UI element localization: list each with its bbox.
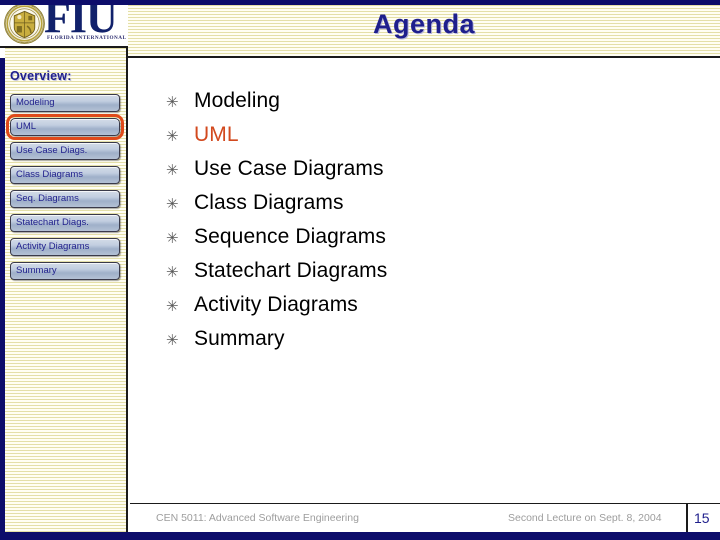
list-item-label: Use Case Diagrams — [194, 157, 384, 180]
sidebar-nav-list: Modeling UML Use Case Diags. Class Diagrams… — [6, 94, 124, 286]
page-number: 15 — [694, 510, 710, 526]
sidebar-item-statechart-diags[interactable]: Statechart Diags. — [10, 214, 120, 232]
list-item: ✳ UML — [166, 118, 686, 152]
list-item: ✳ Statechart Diagrams — [166, 254, 686, 288]
list-item: ✳ Activity Diagrams — [166, 288, 686, 322]
sidebar-item-use-case-diags[interactable]: Use Case Diags. — [10, 142, 120, 160]
footer-divider-rule — [130, 503, 720, 504]
bottom-accent-band — [0, 532, 720, 540]
asterisk-bullet-icon: ✳ — [166, 230, 179, 247]
sidebar-item-label: UML — [16, 121, 37, 132]
header-divider-rule — [128, 56, 720, 58]
footer-course-label: CEN 5011: Advanced Software Engineering — [156, 512, 359, 524]
sidebar-item-label: Activity Diagrams — [16, 241, 90, 252]
sidebar-item-label: Class Diagrams — [16, 169, 84, 180]
top-accent-band — [0, 0, 720, 5]
list-item: ✳ Class Diagrams — [166, 186, 686, 220]
asterisk-bullet-icon: ✳ — [166, 94, 179, 111]
university-logo: FIU FLORIDA INTERNATIONAL UNIVERSITY — [0, 0, 128, 47]
sidebar-item-uml[interactable]: UML — [6, 114, 124, 140]
sidebar-item-label: Statechart Diags. — [16, 217, 89, 228]
asterisk-bullet-icon: ✳ — [166, 128, 179, 145]
list-item-label: Sequence Diagrams — [194, 225, 386, 248]
list-item-label: Class Diagrams — [194, 191, 344, 214]
sidebar-item-label: Use Case Diags. — [16, 145, 88, 156]
sidebar-item-modeling[interactable]: Modeling — [10, 94, 120, 112]
slide-canvas: Agenda FIU FLORIDA INTERNATIONAL UNIVERS… — [0, 0, 720, 540]
page-title: Agenda — [372, 9, 475, 39]
university-seal-icon — [4, 3, 45, 44]
logo-wordmark: FIU — [44, 0, 118, 42]
footer-lecture-label: Second Lecture on Sept. 8, 2004 — [508, 512, 662, 524]
logo-subtitle: FLORIDA INTERNATIONAL UNIVERSITY — [47, 35, 128, 41]
left-accent-strip — [0, 58, 5, 532]
asterisk-bullet-icon: ✳ — [166, 162, 179, 179]
list-item: ✳ Summary — [166, 322, 686, 356]
footer-separator-rule — [686, 503, 688, 532]
sidebar-item-label: Seq. Diagrams — [16, 193, 79, 204]
list-item: ✳ Use Case Diagrams — [166, 152, 686, 186]
list-item-label: Summary — [194, 327, 285, 350]
list-item: ✳ Modeling — [166, 84, 686, 118]
sidebar-divider-rule — [126, 48, 128, 532]
sidebar-item-summary[interactable]: Summary — [10, 262, 120, 280]
sidebar-item-label: Summary — [16, 265, 57, 276]
asterisk-bullet-icon: ✳ — [166, 196, 179, 213]
asterisk-bullet-icon: ✳ — [166, 264, 179, 281]
sidebar-item-activity-diagrams[interactable]: Activity Diagrams — [10, 238, 120, 256]
sidebar-heading: Overview: — [10, 69, 72, 83]
asterisk-bullet-icon: ✳ — [166, 332, 179, 349]
list-item-label: Activity Diagrams — [194, 293, 358, 316]
logo-divider-rule — [0, 46, 128, 48]
sidebar-item-seq-diagrams[interactable]: Seq. Diagrams — [10, 190, 120, 208]
list-item: ✳ Sequence Diagrams — [166, 220, 686, 254]
sidebar-item-class-diagrams[interactable]: Class Diagrams — [10, 166, 120, 184]
asterisk-bullet-icon: ✳ — [166, 298, 179, 315]
list-item-label: UML — [194, 123, 239, 146]
agenda-bullet-list: ✳ Modeling ✳ UML ✳ Use Case Diagrams ✳ Class Di… — [166, 84, 686, 356]
sidebar-item-label: Modeling — [16, 97, 55, 108]
list-item-label: Modeling — [194, 89, 281, 112]
list-item-label: Statechart Diagrams — [194, 259, 388, 282]
